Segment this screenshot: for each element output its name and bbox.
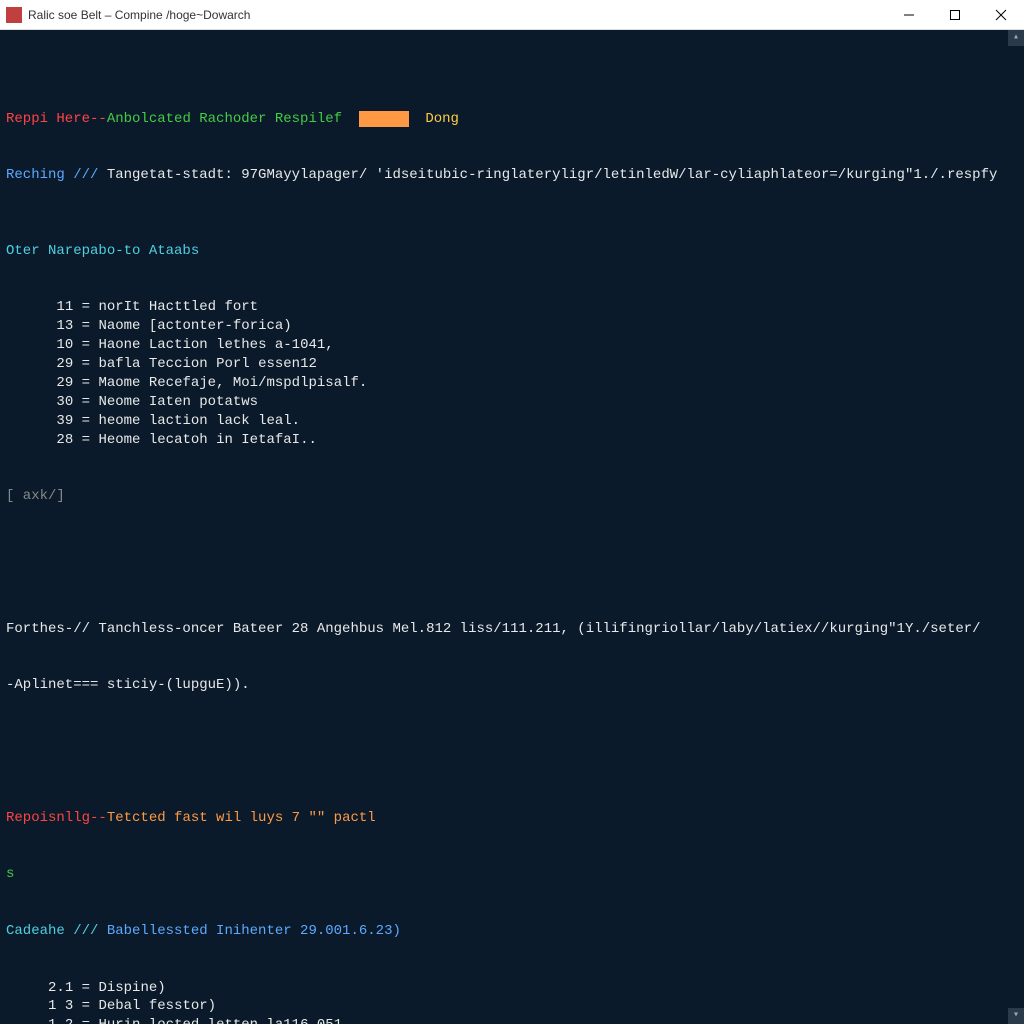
output-line: 1 3 = Debal fesstor) [6, 997, 1018, 1016]
app-window: Ralic soe Belt – Compine /hoge~Dowarch ▴… [0, 0, 1024, 1024]
output-line: 1 2 = Hurin locted letten la116.051 [6, 1016, 1018, 1024]
output-line: 30 = Neome Iaten potatws [6, 393, 1018, 412]
section1-title: Oter Narepabo-to Ataabs [6, 242, 1018, 261]
reching-line: Reching /// Tangetat-stadt: 97GMayylapag… [6, 166, 1018, 185]
window-title: Ralic soe Belt – Compine /hoge~Dowarch [28, 8, 886, 22]
output-line: 28 = Heome lecatoh in IetafaI.. [6, 431, 1018, 450]
output-line: 39 = heome laction lack leal. [6, 412, 1018, 431]
output-line: 29 = Maome Recefaje, Moi/mspdlpisalf. [6, 374, 1018, 393]
output-line: 10 = Haone Laction lethes a-1041, [6, 336, 1018, 355]
prompt: [ axk/] [6, 487, 1018, 506]
forthes-line1: Forthes-// Tanchless-oncer Bateer 28 Ang… [6, 620, 1018, 639]
scroll-up-button[interactable]: ▴ [1008, 30, 1024, 46]
titlebar[interactable]: Ralic soe Belt – Compine /hoge~Dowarch [0, 0, 1024, 30]
output-line: 29 = bafla Teccion Porl essen12 [6, 355, 1018, 374]
s-line: s [6, 865, 1018, 884]
output-line: 2.1 = Dispine) [6, 979, 1018, 998]
close-button[interactable] [978, 0, 1024, 30]
section2-title: Cadeahe /// Babellessted Inihenter 29.00… [6, 922, 1018, 941]
repo-line: Repoisnllg--Tetcted fast wil luys 7 "" p… [6, 809, 1018, 828]
window-controls [886, 0, 1024, 30]
output-line: 13 = Naome [actonter-forica) [6, 317, 1018, 336]
header-line: Reppi Here--Anbolcated Rachoder Respilef… [6, 110, 1018, 129]
status-badge [359, 111, 409, 127]
forthes-line2: -Aplinet=== sticiy-(lupguE)). [6, 676, 1018, 695]
maximize-button[interactable] [932, 0, 978, 30]
terminal-output[interactable]: ▴ Reppi Here--Anbolcated Rachoder Respil… [0, 30, 1024, 1024]
app-icon [6, 7, 22, 23]
scroll-down-button[interactable]: ▾ [1008, 1008, 1024, 1024]
output-line: 11 = norIt Hacttled fort [6, 298, 1018, 317]
minimize-button[interactable] [886, 0, 932, 30]
